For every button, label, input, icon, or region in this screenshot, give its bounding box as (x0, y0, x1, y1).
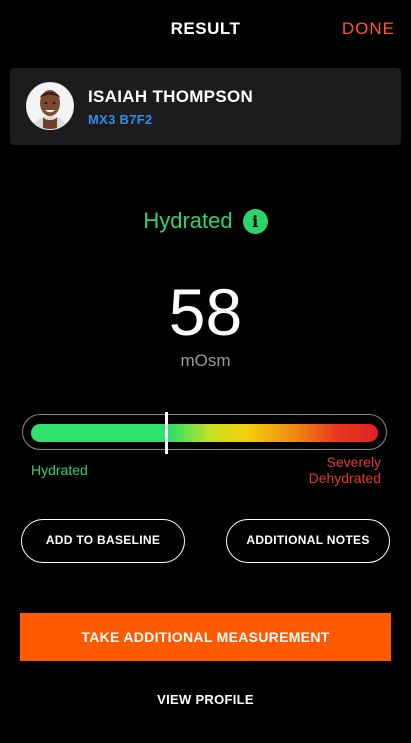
measurement-unit: mOsm (180, 351, 231, 370)
info-icon[interactable]: i (242, 208, 268, 234)
view-profile-button[interactable]: VIEW PROFILE (0, 692, 411, 707)
done-button[interactable]: DONE (342, 19, 395, 39)
gauge-label-hydrated: Hydrated (31, 462, 88, 478)
take-additional-measurement-button[interactable]: TAKE ADDITIONAL MEASUREMENT (20, 613, 391, 661)
additional-notes-button[interactable]: ADDITIONAL NOTES (226, 519, 390, 563)
avatar (26, 82, 74, 130)
gauge-label-severely: Severely (326, 454, 381, 470)
top-bar: RESULT DONE (0, 0, 411, 60)
measurement-value: 58 (168, 275, 243, 349)
user-name: ISAIAH THOMPSON (88, 87, 254, 106)
status-label: Hydrated (143, 208, 233, 233)
hydration-status: Hydrated i (0, 208, 411, 234)
gauge-label-severely-dehydrated: Severely Dehydrated (261, 454, 381, 486)
hydration-gauge (22, 414, 387, 450)
device-id[interactable]: MX3 B7F2 (88, 112, 153, 127)
gauge-gradient-bar (31, 424, 378, 442)
profile-card[interactable]: ISAIAH THOMPSON MX3 B7F2 (10, 68, 401, 145)
gauge-marker (165, 412, 169, 454)
person-photo-avatar (27, 83, 73, 129)
gauge-label-dehydrated: Dehydrated (308, 470, 381, 486)
add-to-baseline-button[interactable]: ADD TO BASELINE (21, 519, 185, 563)
